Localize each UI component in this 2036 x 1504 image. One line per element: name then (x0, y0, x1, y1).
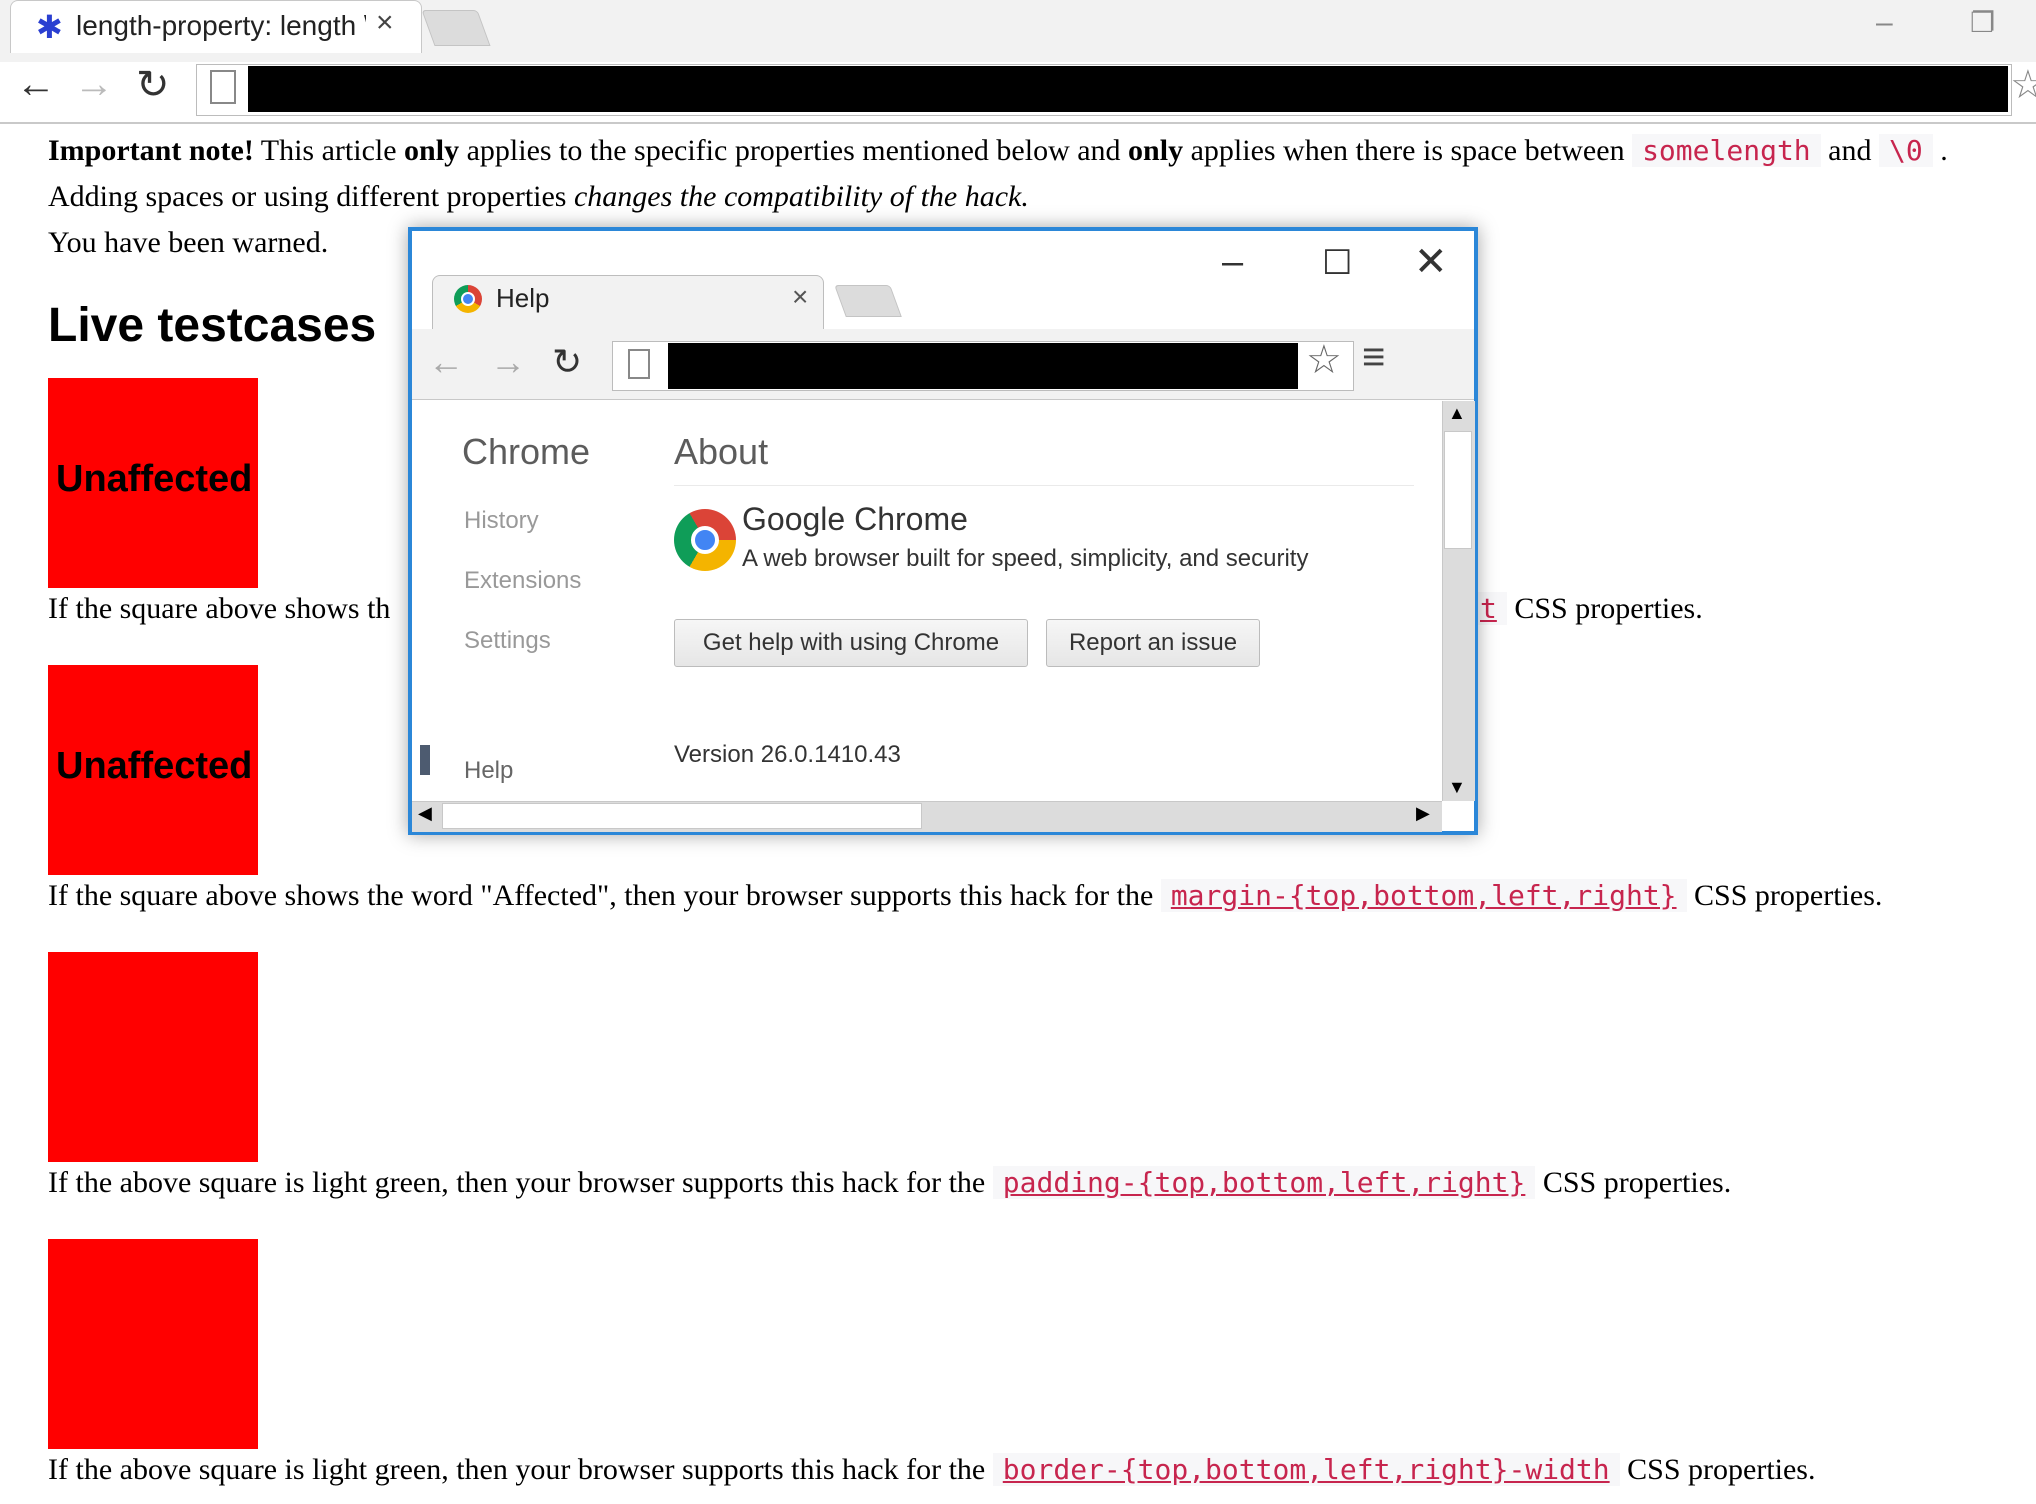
page-heading: Live testcases (48, 299, 377, 352)
active-indicator (420, 745, 430, 775)
note-text: applies to the specific properties menti… (459, 134, 1129, 167)
property-link[interactable]: margin-{top,bottom,left,right} (1160, 879, 1687, 912)
version-text: Version 26.0.1410.43 (674, 741, 901, 768)
menu-icon[interactable]: ≡ (1362, 335, 1385, 380)
testcase-suffix: CSS properties. (1535, 1166, 1732, 1199)
only-bold: only (404, 134, 460, 167)
note-text: . (1932, 134, 1948, 167)
testcase-suffix: CSS properties. (1686, 879, 1883, 912)
testcase-text: If the square above shows th (48, 592, 391, 625)
scroll-right-icon[interactable]: ▶ (1416, 803, 1430, 824)
report-issue-button[interactable]: Report an issue (1046, 619, 1260, 667)
help-tab[interactable] (432, 275, 824, 332)
address-redacted (248, 66, 2008, 112)
test-square: Unaffected (48, 665, 258, 875)
scroll-down-icon[interactable]: ▼ (1448, 777, 1466, 798)
vertical-scroll-thumb[interactable] (1444, 431, 1472, 549)
note-line-2: Adding spaces or using different propert… (48, 174, 1029, 220)
get-help-button[interactable]: Get help with using Chrome (674, 619, 1028, 667)
sidebar-item-extensions[interactable]: Extensions (464, 567, 581, 595)
testcase-text: If the above square is light green, then… (48, 1447, 1815, 1493)
scroll-left-icon[interactable]: ◀ (418, 803, 432, 824)
important-note: Important note! This article only applie… (48, 128, 1948, 174)
sidebar-item-settings[interactable]: Settings (464, 627, 551, 655)
divider (674, 485, 1414, 486)
square-label: Unaffected (56, 458, 253, 500)
only-bold: only (1128, 134, 1184, 167)
help-window: – ☐ ✕ Help × ← → ↻ ☆ ≡ Chrome History Ex… (408, 227, 1478, 835)
address-redacted (668, 343, 1298, 389)
property-link[interactable]: border-{top,bottom,left,right}-width (992, 1453, 1620, 1486)
testcase-suffix: CSS properties. (1506, 592, 1703, 625)
tab-close-icon[interactable]: × (376, 6, 394, 40)
forward-arrow-icon[interactable]: → (490, 341, 526, 383)
chrome-logo-icon (674, 509, 736, 571)
testcase-desc: If the above square is light green, then… (48, 1453, 993, 1486)
testcase-text: If the square above shows the word "Affe… (48, 873, 1882, 919)
page-icon (628, 349, 650, 379)
spider-favicon-icon: ✱ (36, 9, 63, 45)
note-text: Adding spaces or using different propert… (48, 180, 574, 213)
square-label: Unaffected (56, 745, 253, 787)
tab-title: length-property: length \0 (76, 10, 366, 41)
reload-icon[interactable]: ↻ (552, 341, 582, 383)
warned-text: You have been warned. (48, 226, 329, 259)
section-title: About (674, 431, 769, 472)
reload-icon[interactable]: ↻ (136, 62, 170, 108)
test-square (48, 1239, 258, 1449)
help-content: Chrome History Extensions Settings Help … (412, 401, 1442, 801)
minimize-icon[interactable]: – (1222, 241, 1243, 284)
minimize-icon[interactable]: – (1876, 6, 1893, 40)
test-square: Unaffected (48, 378, 258, 588)
property-link[interactable]: padding-{top,bottom,left,right} (992, 1166, 1536, 1199)
tab-close-icon[interactable]: × (792, 281, 808, 313)
forward-arrow-icon[interactable]: → (74, 62, 114, 107)
note-italic: changes the compatibility of the hack. (573, 180, 1029, 213)
testcase-text: If the above square is light green, then… (48, 1160, 1731, 1206)
close-icon[interactable]: ✕ (1414, 239, 1448, 285)
maximize-icon[interactable]: ☐ (1322, 243, 1352, 283)
back-arrow-icon[interactable]: ← (16, 62, 56, 107)
help-tab-title: Help (496, 283, 550, 313)
product-name: Google Chrome (742, 501, 968, 537)
bookmark-star-icon[interactable]: ☆ (2010, 62, 2036, 108)
product-description: A web browser built for speed, simplicit… (742, 545, 1309, 572)
restore-icon[interactable]: ❐ (1970, 6, 1995, 39)
test-square (48, 952, 258, 1162)
page-icon (210, 70, 236, 104)
sidebar-item-help[interactable]: Help (464, 757, 513, 785)
note-text: applies when there is space between (1183, 134, 1633, 167)
code-zero: \0 (1878, 134, 1933, 167)
code-somelength: somelength (1632, 134, 1821, 167)
testcase-desc: If the square above shows the word "Affe… (48, 879, 1161, 912)
bookmark-star-icon[interactable]: ☆ (1306, 337, 1342, 383)
sidebar-title: Chrome (462, 431, 591, 472)
note-bold: Important note! (48, 134, 254, 167)
scroll-up-icon[interactable]: ▲ (1448, 403, 1466, 424)
new-tab-button[interactable] (834, 285, 902, 317)
horizontal-scroll-thumb[interactable] (442, 803, 922, 829)
sidebar-item-history[interactable]: History (464, 507, 539, 535)
testcase-suffix: CSS properties. (1619, 1453, 1816, 1486)
back-arrow-icon[interactable]: ← (428, 341, 464, 383)
chrome-favicon-icon (454, 285, 482, 313)
testcase-partial: t CSS properties. (1470, 586, 1703, 632)
note-text: and (1820, 134, 1879, 167)
testcase-desc: If the above square is light green, then… (48, 1166, 993, 1199)
note-text: This article (253, 134, 405, 167)
